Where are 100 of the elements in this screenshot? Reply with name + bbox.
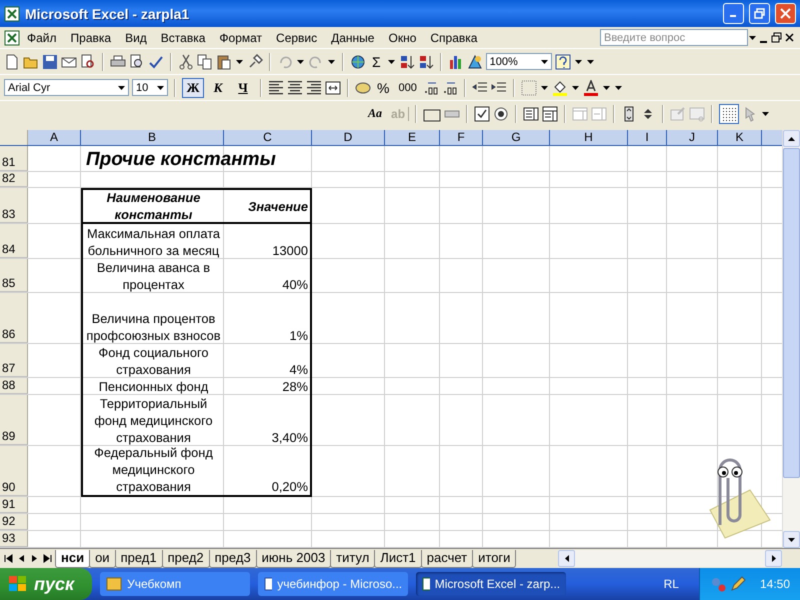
start-button[interactable]: пуск — [0, 568, 92, 600]
print-preview-icon[interactable] — [80, 54, 96, 70]
scroll-down-button[interactable] — [783, 531, 800, 548]
autosum-button[interactable]: Σ — [369, 54, 384, 70]
option-button-icon[interactable] — [493, 106, 510, 122]
scroll-left-button[interactable] — [558, 550, 575, 567]
last-sheet-icon[interactable] — [43, 554, 52, 563]
align-center-icon[interactable] — [287, 80, 303, 96]
dropdown-arrow-icon[interactable] — [762, 112, 770, 116]
menu-item[interactable]: Формат — [212, 28, 270, 46]
row-header[interactable]: 85 — [0, 259, 28, 292]
sort-ascending-icon[interactable] — [398, 54, 415, 70]
menu-item[interactable]: Окно — [381, 28, 424, 46]
column-header[interactable]: J — [667, 130, 718, 145]
spreadsheet-icon[interactable] — [4, 30, 20, 46]
column-header[interactable]: G — [483, 130, 550, 145]
row-header[interactable]: 91 — [0, 497, 28, 513]
merge-center-icon[interactable] — [325, 80, 341, 96]
column-header[interactable]: K — [718, 130, 762, 145]
sheet-tab[interactable]: итоги — [472, 550, 516, 568]
help-icon[interactable] — [554, 54, 571, 70]
next-sheet-icon[interactable] — [30, 554, 39, 563]
align-left-icon[interactable] — [268, 80, 284, 96]
sheet-tab[interactable]: июнь 2003 — [256, 550, 332, 568]
copy-icon[interactable] — [197, 54, 213, 70]
previous-sheet-icon[interactable] — [17, 554, 26, 563]
first-sheet-icon[interactable] — [4, 554, 13, 563]
column-header[interactable]: H — [550, 130, 628, 145]
align-right-icon[interactable] — [306, 80, 322, 96]
dropdown-arrow-icon[interactable] — [328, 60, 335, 64]
menu-item[interactable]: Вид — [118, 28, 154, 46]
row-header[interactable]: 83 — [0, 188, 28, 223]
zoom-combo[interactable]: 100% — [486, 53, 552, 70]
printer-icon[interactable] — [110, 54, 126, 70]
drawing-tools-icon[interactable] — [466, 54, 483, 70]
font-color-icon[interactable] — [582, 80, 599, 96]
menu-item[interactable]: Справка — [423, 28, 484, 46]
sheet-tab[interactable]: пред2 — [162, 550, 210, 568]
decrease-decimal-icon[interactable] — [442, 80, 458, 96]
row-header[interactable]: 81 — [0, 146, 28, 171]
font-size-combo[interactable]: 10 — [132, 79, 168, 96]
vertical-scrollbar[interactable] — [782, 130, 800, 548]
fill-color-icon[interactable] — [552, 80, 568, 96]
taskbar-button[interactable]: учебинфор - Microso... — [258, 572, 408, 596]
column-header[interactable]: A — [28, 130, 81, 145]
horizontal-scrollbar[interactable] — [558, 550, 782, 567]
taskbar-button[interactable]: Учебкомп — [100, 572, 250, 596]
column-header[interactable]: E — [385, 130, 440, 145]
restore-button[interactable] — [749, 3, 770, 24]
scroll-thumb[interactable] — [783, 148, 800, 478]
dropdown-arrow-icon[interactable] — [572, 86, 579, 90]
sheet-tab[interactable]: пред3 — [208, 550, 257, 568]
menu-item[interactable]: Вставка — [154, 28, 212, 46]
dropdown-arrow-icon[interactable] — [540, 86, 548, 90]
close-icon[interactable] — [783, 31, 796, 44]
scroll-right-button[interactable] — [765, 550, 782, 567]
restore-icon[interactable] — [770, 31, 783, 44]
spelling-check-icon[interactable] — [148, 54, 164, 70]
column-header[interactable]: F — [440, 130, 483, 145]
list-box-icon[interactable] — [523, 106, 540, 122]
row-header[interactable]: 88 — [0, 378, 28, 394]
dropdown-arrow-icon[interactable] — [157, 86, 164, 90]
dropdown-arrow-icon[interactable] — [540, 60, 548, 64]
row-header[interactable]: 92 — [0, 514, 28, 530]
toggle-grid-button[interactable] — [719, 104, 740, 124]
close-button[interactable] — [775, 3, 796, 24]
row-header[interactable]: 89 — [0, 395, 28, 445]
bar-chart-icon[interactable] — [448, 54, 464, 70]
globe-link-icon[interactable] — [350, 54, 366, 70]
menu-item[interactable]: Сервис — [269, 28, 324, 46]
row-header[interactable]: 84 — [0, 224, 28, 258]
increase-decimal-icon[interactable] — [422, 80, 439, 96]
menu-item[interactable]: Правка — [64, 28, 118, 46]
minimize-button[interactable] — [723, 3, 744, 24]
column-header[interactable]: C — [224, 130, 312, 145]
checkbox-tool-icon[interactable] — [474, 106, 490, 122]
sheet-tab[interactable]: нси — [55, 550, 90, 568]
dropdown-arrow-icon[interactable] — [118, 86, 125, 90]
underline-button[interactable]: Ч — [232, 78, 254, 98]
font-name-combo[interactable]: Arial Cyr — [4, 79, 129, 96]
spreadsheet-icon[interactable] — [4, 6, 20, 22]
row-header[interactable]: 90 — [0, 446, 28, 496]
dropdown-arrow-icon[interactable] — [749, 36, 756, 40]
paste-icon[interactable] — [216, 54, 232, 70]
column-header[interactable]: B — [81, 130, 224, 145]
row-header[interactable]: 86 — [0, 293, 28, 343]
dropdown-arrow-icon[interactable] — [388, 60, 395, 64]
percent-style-button[interactable]: % — [374, 80, 392, 96]
column-header[interactable]: I — [628, 130, 667, 145]
dropdown-arrow-icon[interactable] — [297, 60, 304, 64]
taskbar-button[interactable]: Microsoft Excel - zarp... — [416, 572, 566, 596]
new-document-icon[interactable] — [4, 54, 20, 70]
dropdown-arrow-icon[interactable] — [236, 60, 243, 64]
help-search-field[interactable]: Введите вопрос — [600, 29, 748, 46]
italic-button[interactable]: К — [207, 78, 229, 98]
bold-button[interactable]: Ж — [182, 78, 204, 98]
sort-descending-icon[interactable] — [418, 54, 434, 70]
row-header[interactable]: 93 — [0, 531, 28, 547]
combo-box-icon[interactable] — [542, 106, 558, 122]
menu-item[interactable]: Файл — [20, 28, 64, 46]
